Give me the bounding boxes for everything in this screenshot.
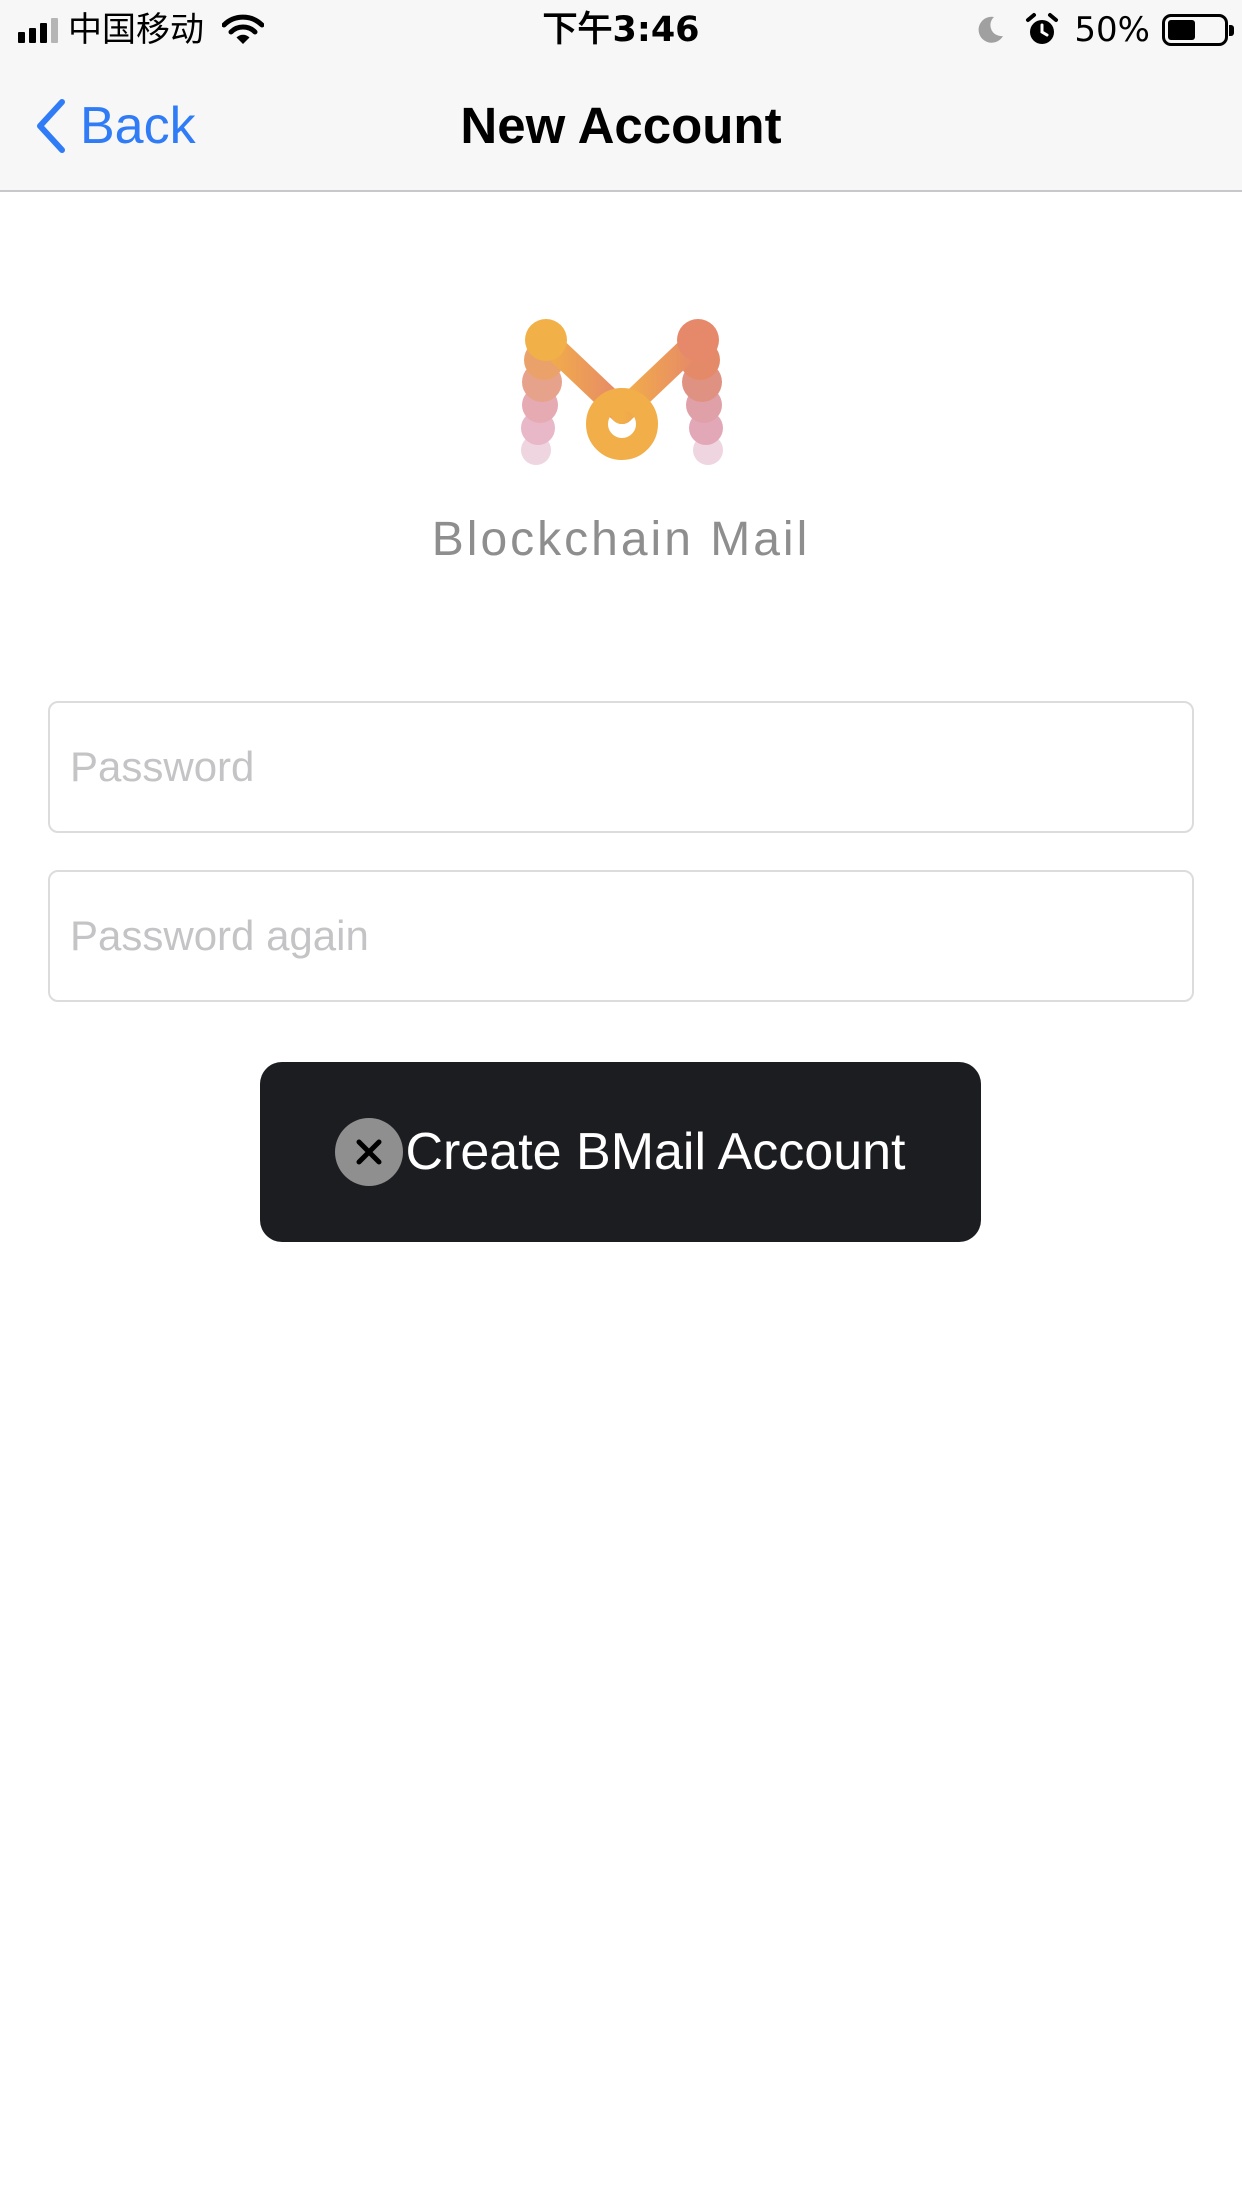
create-account-button[interactable]: Create BMail Account <box>260 1062 981 1242</box>
password-input[interactable] <box>50 703 1192 831</box>
nav-bar: Back New Account <box>0 60 1242 192</box>
battery-fill <box>1168 20 1195 40</box>
password-field[interactable] <box>48 701 1194 833</box>
status-bar: 中国移动 下午3:46 50% <box>0 0 1242 60</box>
create-account-label: Create BMail Account <box>405 1123 906 1181</box>
password-again-field[interactable] <box>48 870 1194 1002</box>
app-name: Blockchain Mail <box>431 513 811 566</box>
battery-percent: 50% <box>1074 10 1150 50</box>
battery-icon <box>1162 14 1234 46</box>
moon-icon <box>979 16 1004 43</box>
status-right: 50% <box>974 10 1234 50</box>
close-circle-icon[interactable] <box>335 1118 404 1186</box>
page-title: New Account <box>460 97 782 154</box>
alarm-icon <box>1026 13 1059 44</box>
blockchain-mail-logo-icon <box>521 319 723 465</box>
password-again-input[interactable] <box>50 872 1192 1000</box>
